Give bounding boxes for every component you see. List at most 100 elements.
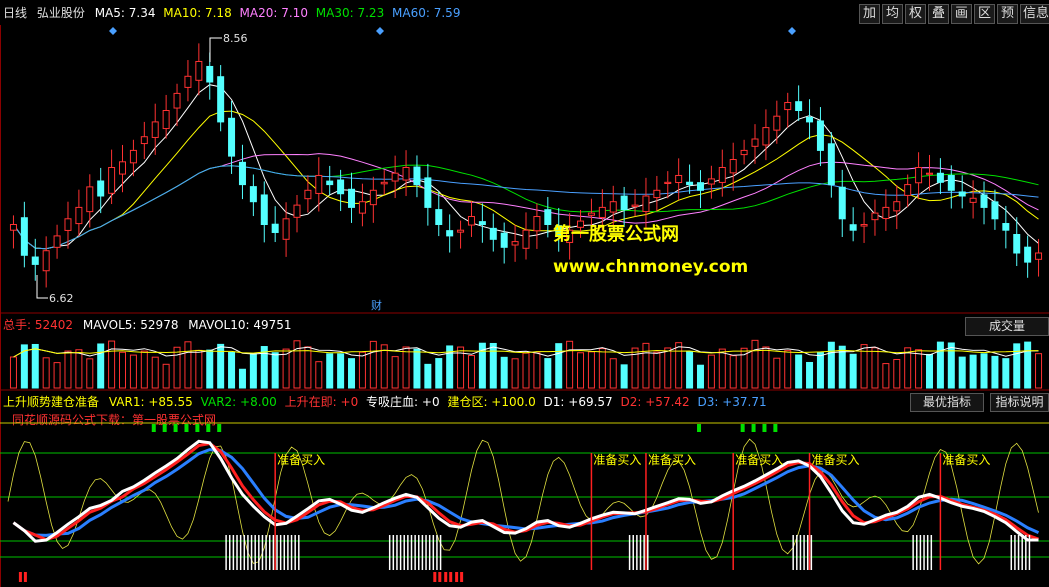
candle-body [271, 223, 279, 233]
top-signal-marker [151, 424, 156, 432]
candle-body [795, 101, 803, 112]
candle-body [369, 189, 377, 206]
candle-body [871, 212, 879, 221]
volume-bar [184, 341, 192, 389]
bottom-signal-marker [460, 572, 464, 582]
candle-body [718, 167, 726, 183]
top-signal-marker [762, 424, 767, 432]
top-signal-marker [697, 424, 702, 432]
candle-body [467, 216, 475, 226]
candle-body [31, 256, 39, 265]
candle-body [849, 224, 857, 231]
volume-bar [64, 350, 72, 389]
volume-bar [249, 353, 257, 389]
volume-bar [206, 349, 214, 389]
candle-body [282, 218, 290, 240]
volume-bar [751, 339, 759, 389]
buy-signal-label: 准备买入 [942, 453, 990, 467]
candle-body [806, 116, 814, 123]
volume-bar [271, 352, 279, 389]
candle-body [9, 224, 17, 231]
candle-body [435, 209, 443, 226]
buy-signal-label: 准备买入 [277, 453, 325, 467]
candle-body [740, 149, 748, 156]
volume-bar [893, 359, 901, 389]
candle-body [980, 194, 988, 208]
volume-bar [577, 352, 585, 389]
volume-bar [140, 350, 148, 389]
candle-body [925, 172, 933, 175]
candle-body [64, 218, 72, 231]
candle-body [173, 92, 181, 109]
volume-bar [609, 358, 617, 389]
candle-body [1024, 246, 1032, 263]
volume-bar [162, 363, 170, 389]
volume-bar [664, 347, 672, 389]
volume-bar [337, 353, 345, 389]
candle-body [380, 181, 388, 185]
candle-body [969, 197, 977, 203]
var1-line [7, 438, 1039, 565]
candle-body [1002, 223, 1010, 231]
volume-bar [1002, 358, 1010, 389]
volume-bar [402, 346, 410, 389]
volume-bar [795, 354, 803, 389]
candle-body [446, 230, 454, 237]
volume-bar [838, 345, 846, 389]
candle-body [358, 201, 366, 214]
candle-body [762, 127, 770, 146]
volume-bar [806, 361, 814, 389]
candle-body [653, 189, 661, 199]
volume-bar [391, 356, 399, 389]
candle-body [53, 235, 61, 248]
diamond-marker [109, 27, 117, 35]
top-signal-marker [751, 424, 756, 432]
watermark-url: www.chnmoney.com [553, 257, 749, 277]
candle-body [686, 181, 694, 186]
volume-bar [1035, 353, 1043, 389]
volume-bar [675, 342, 683, 389]
candle-body [751, 138, 759, 147]
volume-bar [598, 348, 606, 389]
high-pointer [209, 37, 222, 62]
finance-marker: 财 [371, 298, 382, 312]
candle-body [293, 204, 301, 218]
candle-body [489, 227, 497, 240]
top-signal-marker [217, 424, 222, 432]
volume-bar [119, 351, 127, 389]
volume-bar [947, 342, 955, 389]
candle-body [75, 206, 83, 225]
candle-body [587, 212, 595, 216]
candle-body [119, 161, 127, 175]
volume-bar [522, 352, 530, 389]
volume-bar [1013, 343, 1021, 389]
volume-bar [969, 354, 977, 389]
volume-bar [260, 346, 268, 389]
d2-line [12, 441, 1040, 542]
bottom-signal-marker [23, 572, 27, 582]
indicator-panel: 准备买入 准备买入 准备买入 准备买入 准备买入 准备买入 [0, 422, 1049, 582]
volume-bar [228, 351, 236, 389]
candle-body [315, 174, 323, 194]
bottom-signal-marker [18, 572, 22, 582]
volume-bar [991, 355, 999, 389]
volume-bar [871, 347, 879, 389]
candle-body [20, 217, 28, 256]
candle-body [195, 60, 203, 81]
candle-body [664, 181, 672, 184]
candle-body [238, 161, 246, 186]
candle-body [904, 184, 912, 196]
volume-bar [533, 352, 541, 389]
volume-bar [980, 353, 988, 389]
volume-bar [467, 355, 475, 389]
volume-bar [424, 363, 432, 389]
candle-body [348, 188, 356, 208]
volume-bar [304, 346, 312, 389]
candle-body [511, 241, 519, 246]
candle-body [151, 121, 159, 138]
candle-body [707, 178, 715, 185]
bottom-signal-marker [455, 572, 459, 582]
volume-bar [358, 351, 366, 389]
volume-bar [587, 351, 595, 389]
candle-body [424, 177, 432, 208]
